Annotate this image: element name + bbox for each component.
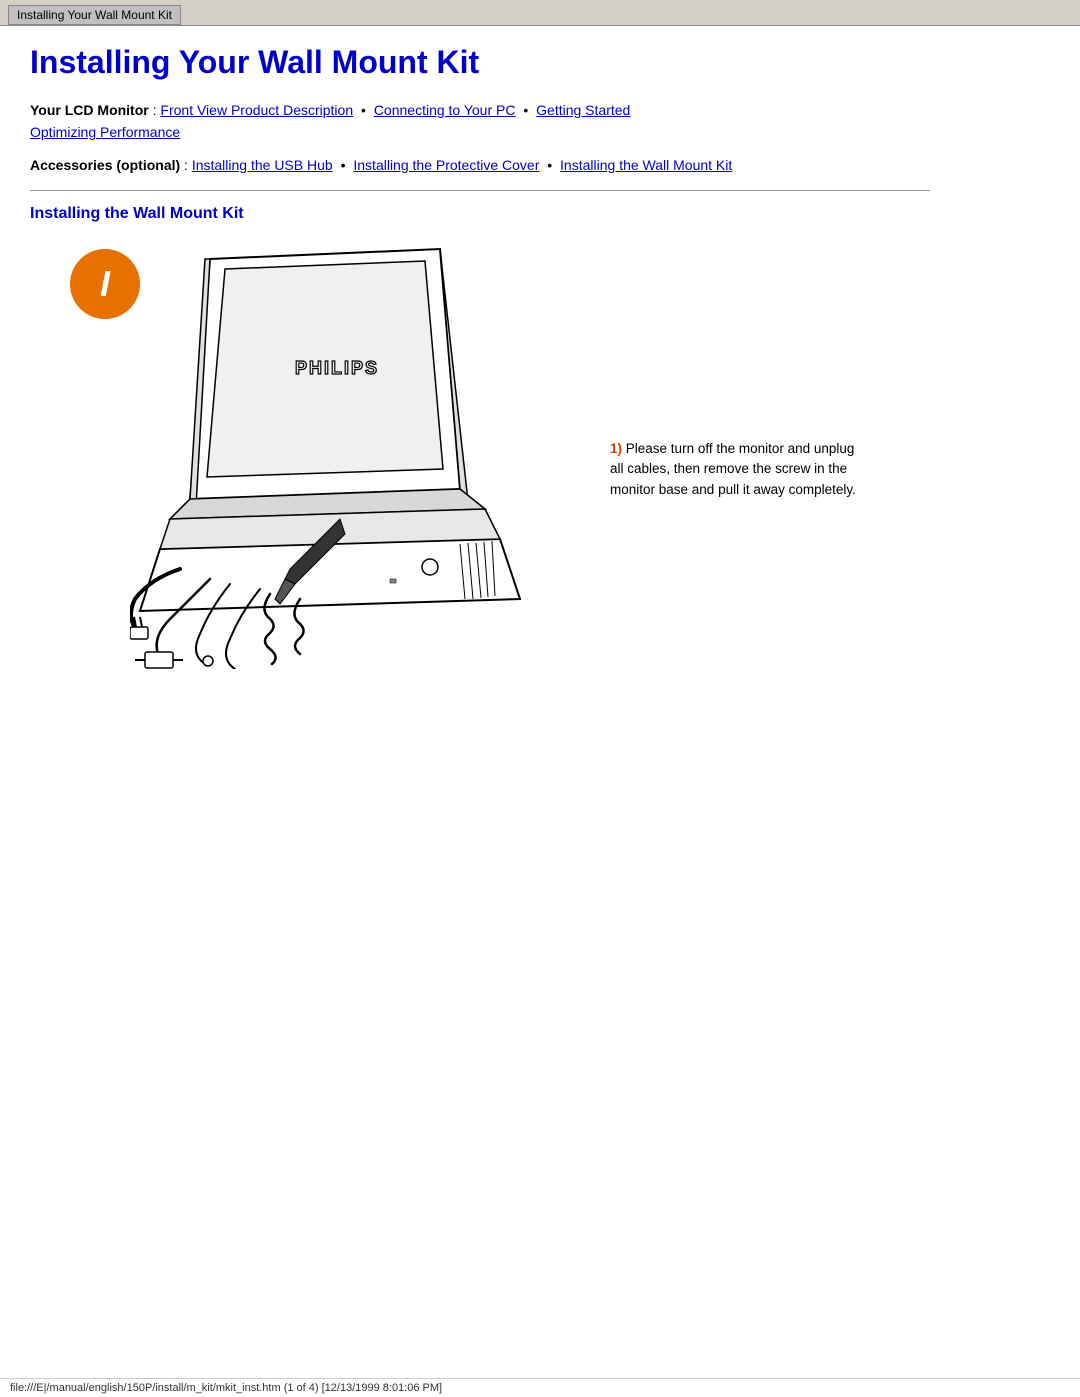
nav-link-front-view[interactable]: Front View Product Description [160, 102, 353, 118]
nav-link-connecting[interactable]: Connecting to Your PC [374, 102, 516, 118]
page-title: Installing Your Wall Mount Kit [30, 44, 930, 81]
nav-link-protective-cover[interactable]: Installing the Protective Cover [353, 157, 539, 173]
sep3: • [341, 157, 350, 173]
browser-tab[interactable]: Installing Your Wall Mount Kit [8, 5, 181, 25]
step-number: 1) [610, 441, 622, 456]
nav-link-getting-started[interactable]: Getting Started [536, 102, 630, 118]
page-wrapper: Installing Your Wall Mount Kit Your LCD … [0, 26, 960, 689]
nav-link-usb-hub[interactable]: Installing the USB Hub [192, 157, 333, 173]
lcd-monitor-label: Your LCD Monitor [30, 102, 149, 118]
sep1: • [361, 102, 370, 118]
tab-bar: Installing Your Wall Mount Kit [0, 0, 1080, 26]
step-description-text: Please turn off the monitor and unplug a… [610, 441, 856, 497]
sep4: • [547, 157, 556, 173]
accessories-nav: Accessories (optional) : Installing the … [30, 154, 930, 176]
section-divider [30, 190, 930, 191]
step-badge: I [70, 249, 140, 319]
accessories-label: Accessories (optional) [30, 157, 180, 173]
nav-colon-2: : [184, 157, 192, 173]
footer-bar: file:///E|/manual/english/150P/install/m… [0, 1378, 1080, 1397]
illustration-container: I PHILIPS [30, 239, 590, 669]
section-heading: Installing the Wall Mount Kit [30, 205, 930, 223]
monitor-illustration: PHILIPS [130, 239, 560, 669]
monitor-base [140, 509, 520, 611]
sep2: • [523, 102, 532, 118]
step-description: 1) Please turn off the monitor and unplu… [610, 439, 870, 500]
lcd-monitor-nav: Your LCD Monitor : Front View Product De… [30, 99, 930, 144]
monitor-body: PHILIPS [170, 249, 485, 524]
description-area: 1) Please turn off the monitor and unplu… [610, 239, 870, 500]
footer-text: file:///E|/manual/english/150P/install/m… [10, 1382, 442, 1394]
nav-link-optimizing[interactable]: Optimizing Performance [30, 124, 180, 140]
step-badge-letter: I [100, 263, 110, 305]
nav-link-wall-mount-kit[interactable]: Installing the Wall Mount Kit [560, 157, 732, 173]
content-area: I PHILIPS [30, 239, 930, 669]
svg-text:PHILIPS: PHILIPS [295, 358, 379, 378]
